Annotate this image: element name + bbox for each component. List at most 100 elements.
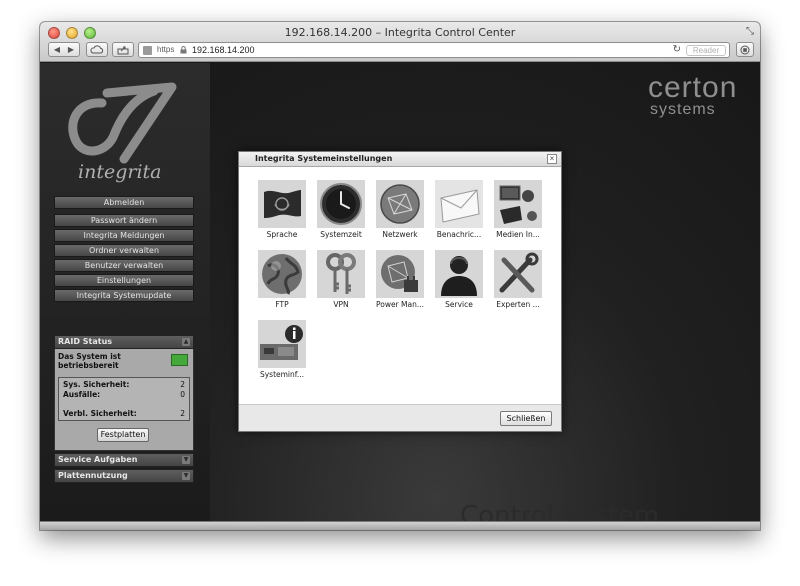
settings-item-network[interactable]: Netzwerk <box>372 180 428 242</box>
dialog-title: Integrita Systemeinstellungen <box>255 154 393 163</box>
brand-sub: systems <box>650 101 716 118</box>
certon-logo: certon systems <box>648 71 738 118</box>
forward-button[interactable]: ▶ <box>64 43 78 56</box>
menu-folders-button[interactable]: Ordner verwalten <box>54 244 194 257</box>
title-bar: 192.168.14.200 – Integrita Control Cente… <box>40 22 760 62</box>
raid-stats-box: Sys. Sicherheit: 2 Ausfälle: 0 Verbl. Sich… <box>58 377 190 421</box>
window-bottom-bar <box>40 521 760 530</box>
service-tasks-title: Service Aufgaben <box>58 455 138 464</box>
settings-item-label: Netzwerk <box>382 230 418 239</box>
settings-item-label: Benachric... <box>436 230 482 239</box>
favicon-icon <box>143 46 152 55</box>
logo-text: integrita <box>78 161 162 183</box>
person-icon <box>435 250 483 298</box>
system-info-icon <box>258 320 306 368</box>
keys-icon <box>317 250 365 298</box>
failures-row: Ausfälle: 0 <box>63 390 185 400</box>
service-tasks-header[interactable]: Service Aufgaben ▼ <box>54 453 194 467</box>
remaining-safety-label: Verbl. Sicherheit: <box>63 409 137 418</box>
disk-usage-header[interactable]: Plattennutzung ▼ <box>54 469 194 483</box>
reload-icon[interactable]: ↻ <box>673 44 681 55</box>
dialog-close-button[interactable]: Schließen <box>500 411 552 426</box>
sys-safety-row: Sys. Sicherheit: 2 <box>63 380 185 390</box>
settings-dialog: Integrita Systemeinstellungen × Sprache <box>238 151 562 432</box>
menu-settings-button[interactable]: Einstellungen <box>54 274 194 287</box>
raid-status-title: RAID Status <box>58 337 113 346</box>
back-button[interactable]: ◀ <box>50 43 64 56</box>
back-forward-buttons: ◀ ▶ <box>48 42 80 57</box>
window-title: 192.168.14.200 – Integrita Control Cente… <box>284 26 516 39</box>
settings-item-label: Medien In... <box>496 230 540 239</box>
settings-item-system-info[interactable]: Systeminf... <box>254 320 310 382</box>
settings-item-power[interactable]: Power Man... <box>372 250 428 312</box>
menu-users-button[interactable]: Benutzer verwalten <box>54 259 194 272</box>
failures-value: 0 <box>180 390 185 399</box>
chevron-up-icon[interactable]: ▲ <box>182 338 190 346</box>
status-indicator <box>171 354 188 366</box>
lock-icon <box>180 46 187 54</box>
logout-button[interactable]: Abmelden <box>54 196 194 209</box>
settings-item-label: Power Man... <box>375 300 425 309</box>
fullscreen-icon[interactable]: ⤡ <box>746 26 754 37</box>
dialog-close-icon[interactable]: × <box>547 154 557 164</box>
settings-item-label: Sprache <box>266 230 298 239</box>
settings-item-systemtime[interactable]: Systemzeit <box>313 180 369 242</box>
settings-item-media[interactable]: Medien In... <box>490 180 546 242</box>
share-button[interactable] <box>112 42 134 57</box>
flag-icon <box>258 180 306 228</box>
downloads-button[interactable] <box>736 42 754 57</box>
settings-item-label: Service <box>445 300 473 309</box>
integrita-logo-icon <box>68 82 177 164</box>
share-icon <box>117 46 129 55</box>
settings-item-label: Systeminf... <box>259 370 305 379</box>
menu-messages-button[interactable]: Integrita Meldungen <box>54 229 194 242</box>
settings-item-label: FTP <box>275 300 289 309</box>
system-status-row: Das System ist betriebsbereit <box>58 352 190 374</box>
power-icon <box>376 250 424 298</box>
envelope-icon <box>435 180 483 228</box>
page-content: certon systems Control System integrita … <box>40 63 760 521</box>
brand-name: certon <box>648 71 738 104</box>
menu-password-button[interactable]: Passwort ändern <box>54 214 194 227</box>
settings-item-notifications[interactable]: Benachric... <box>431 180 487 242</box>
disks-button[interactable]: Festplatten <box>97 428 149 442</box>
menu-update-button[interactable]: Integrita Systemupdate <box>54 289 194 302</box>
settings-item-service[interactable]: Service <box>431 250 487 312</box>
disk-usage-title: Plattennutzung <box>58 471 128 480</box>
url-text: 192.168.14.200 <box>192 45 255 55</box>
icloud-tabs-button[interactable] <box>86 42 108 57</box>
chevron-down-icon[interactable]: ▼ <box>182 472 190 480</box>
raid-status-panel: RAID Status ▲ Das System ist betriebsber… <box>54 335 194 483</box>
raid-status-body: Das System ist betriebsbereit Sys. Siche… <box>54 349 194 451</box>
sidebar: integrita Abmelden Passwort ändern Integ… <box>40 63 210 521</box>
settings-item-label: Systemzeit <box>320 230 362 239</box>
remaining-safety-row: Verbl. Sicherheit: 2 <box>63 409 185 419</box>
raid-status-header[interactable]: RAID Status ▲ <box>54 335 194 349</box>
remaining-safety-value: 2 <box>180 409 185 418</box>
media-icon <box>494 180 542 228</box>
settings-item-label: VPN <box>333 300 349 309</box>
downloads-icon <box>740 45 750 55</box>
settings-item-language[interactable]: Sprache <box>254 180 310 242</box>
background-watermark: Control System <box>460 501 660 521</box>
sys-safety-value: 2 <box>180 380 185 389</box>
dialog-header: Integrita Systemeinstellungen × <box>239 152 561 167</box>
clock-icon <box>317 180 365 228</box>
cloud-icon <box>90 45 104 54</box>
failures-label: Ausfälle: <box>63 390 101 399</box>
protocol-label: https <box>157 45 175 54</box>
settings-item-vpn[interactable]: VPN <box>313 250 369 312</box>
settings-item-label: Experten ... <box>496 300 540 309</box>
chevron-down-icon[interactable]: ▼ <box>182 456 190 464</box>
tools-icon <box>494 250 542 298</box>
settings-item-expert[interactable]: Experten ... <box>490 250 546 312</box>
main-menu: Abmelden Passwort ändern Integrita Meldu… <box>54 196 194 304</box>
reader-button[interactable]: Reader <box>686 45 726 56</box>
settings-item-ftp[interactable]: FTP <box>254 250 310 312</box>
address-bar[interactable]: https 192.168.14.200 ↻ Reader <box>138 42 730 58</box>
dialog-footer: Schließen <box>239 404 561 431</box>
globe-icon <box>258 250 306 298</box>
sys-safety-label: Sys. Sicherheit: <box>63 380 130 389</box>
network-icon <box>376 180 424 228</box>
browser-window: 192.168.14.200 – Integrita Control Cente… <box>40 22 760 530</box>
